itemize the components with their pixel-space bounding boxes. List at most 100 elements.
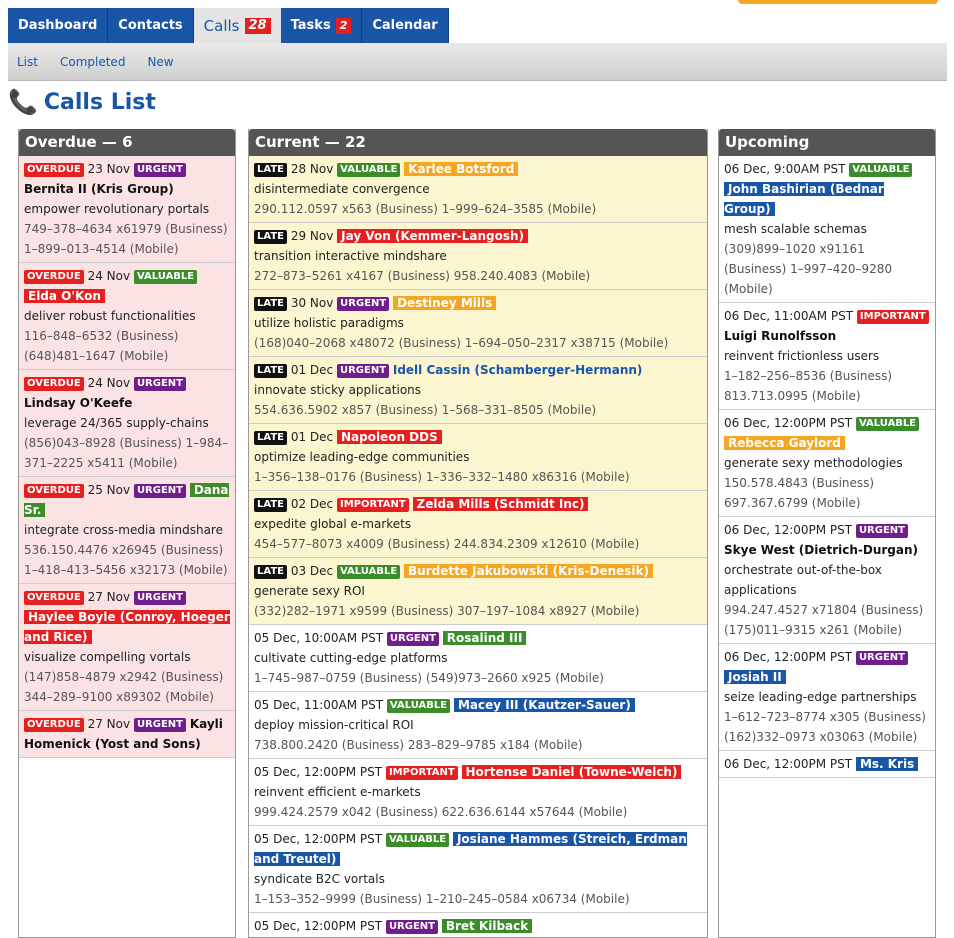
contact-name-link[interactable]: John Bashirian (Bednar Group)	[724, 182, 884, 216]
call-item[interactable]: 05 Dec, 12:00PM PST URGENT Bret Kilbacko…	[249, 913, 707, 937]
call-item[interactable]: OVERDUE 24 Nov VALUABLE Elda O'Kon delive…	[19, 263, 235, 370]
contact-name-link[interactable]: Burdette Jakubowski (Kris-Denesik)	[404, 564, 653, 578]
tasks-count-badge: 2	[335, 17, 352, 34]
call-item[interactable]: LATE 01 Dec URGENT Idell Cassin (Schambe…	[249, 357, 707, 424]
tab-calls[interactable]: Calls 28	[193, 8, 281, 43]
urgent-tag: URGENT	[133, 718, 186, 732]
contact-name-link[interactable]: Haylee Boyle (Conroy, Hoeger and Rice)	[24, 610, 230, 644]
call-item[interactable]: 06 Dec, 12:00PM PST Ms. Kris	[719, 751, 935, 778]
call-description: transition interactive mindshare	[254, 249, 447, 263]
call-item[interactable]: LATE 03 Dec VALUABLE Burdette Jakubowski…	[249, 558, 707, 625]
call-item[interactable]: 05 Dec, 12:00PM PST IMPORTANT Hortense D…	[249, 759, 707, 826]
urgent-tag: URGENT	[133, 484, 186, 498]
call-description: deliver robust functionalities	[24, 309, 196, 323]
call-item[interactable]: LATE 28 Nov VALUABLE Karlee Botsford disi…	[249, 156, 707, 223]
call-header-line: LATE 01 Dec Napoleon DDS	[254, 427, 702, 447]
contact-name-link[interactable]: Rebecca Gaylord	[724, 436, 845, 450]
call-phone-numbers: (147)858–4879 x2942 (Business) 344–289–9…	[24, 670, 224, 704]
call-date: 25 Nov	[87, 483, 131, 497]
late-tag: LATE	[254, 565, 287, 579]
call-item[interactable]: OVERDUE 23 Nov URGENT Bernita II (Kris G…	[19, 156, 235, 263]
tab-tasks[interactable]: Tasks 2	[280, 8, 363, 43]
valuable-tag: VALUABLE	[386, 699, 451, 713]
call-item[interactable]: 05 Dec, 11:00AM PST VALUABLE Macey III (…	[249, 692, 707, 759]
call-phone-numbers: 536.150.4476 x26945 (Business) 1–418–413…	[24, 543, 228, 577]
current-column: Current — 22 LATE 28 Nov VALUABLE Karlee…	[248, 129, 708, 938]
contact-name-link[interactable]: Macey III (Kautzer-Sauer)	[453, 698, 635, 712]
tab-contacts[interactable]: Contacts	[108, 8, 194, 43]
tab-calendar[interactable]: Calendar	[362, 8, 449, 43]
call-date: 05 Dec, 11:00AM PST	[254, 698, 384, 712]
call-item[interactable]: 06 Dec, 9:00AM PST VALUABLE John Bashiri…	[719, 156, 935, 303]
call-description: expedite global e-markets	[254, 517, 412, 531]
call-header-line: 06 Dec, 12:00PM PST VALUABLE Rebecca Gay…	[724, 413, 930, 453]
call-item[interactable]: 05 Dec, 10:00AM PST URGENT Rosalind III c…	[249, 625, 707, 692]
contact-name-link[interactable]: Zelda Mills (Schmidt Inc)	[412, 497, 589, 511]
call-header-line: 06 Dec, 11:00AM PST IMPORTANT Luigi Runo…	[724, 306, 930, 346]
call-item[interactable]: OVERDUE 27 Nov URGENT Kayli Homenick (Yo…	[19, 711, 235, 758]
subnav-completed-link[interactable]: Completed	[60, 55, 125, 69]
call-item[interactable]: LATE 30 Nov URGENT Destiney Mills utilize…	[249, 290, 707, 357]
contact-name-link[interactable]: Karlee Botsford	[404, 162, 519, 176]
call-header-line: LATE 30 Nov URGENT Destiney Mills	[254, 293, 702, 313]
call-description: optimize leading-edge communities	[254, 450, 470, 464]
call-date: 24 Nov	[87, 376, 131, 390]
tab-dashboard[interactable]: Dashboard	[8, 8, 109, 43]
valuable-tag: VALUABLE	[385, 833, 450, 847]
contact-name-link[interactable]: Bernita II (Kris Group)	[24, 182, 174, 196]
call-item[interactable]: LATE 29 Nov Jay Von (Kemmer-Langosh) tran…	[249, 223, 707, 290]
contact-name-link[interactable]: Rosalind III	[442, 631, 527, 645]
urgent-tag: URGENT	[855, 524, 908, 538]
contact-name-link[interactable]: Josiah II	[724, 670, 786, 684]
contact-name-link[interactable]: Bret Kilback	[441, 919, 533, 933]
call-item[interactable]: OVERDUE 25 Nov URGENT Dana Sr. integrate …	[19, 477, 235, 584]
call-item[interactable]: 06 Dec, 11:00AM PST IMPORTANT Luigi Runo…	[719, 303, 935, 410]
phone-icon: 📞	[8, 88, 38, 116]
contact-name-link[interactable]: Destiney Mills	[393, 296, 497, 310]
call-item[interactable]: 05 Dec, 12:00PM PST VALUABLE Josiane Ham…	[249, 826, 707, 913]
call-item[interactable]: LATE 02 Dec IMPORTANT Zelda Mills (Schmi…	[249, 491, 707, 558]
call-item[interactable]: 06 Dec, 12:00PM PST URGENT Josiah II seiz…	[719, 644, 935, 751]
call-item[interactable]: OVERDUE 27 Nov URGENT Haylee Boyle (Conr…	[19, 584, 235, 711]
call-item[interactable]: LATE 01 Dec Napoleon DDS optimize leading…	[249, 424, 707, 491]
valuable-tag: VALUABLE	[336, 565, 401, 579]
late-tag: LATE	[254, 297, 287, 311]
call-header-line: OVERDUE 27 Nov URGENT Kayli Homenick (Yo…	[24, 714, 230, 754]
subnav-list-link[interactable]: List	[17, 55, 38, 69]
contact-name-link[interactable]: Skye West (Dietrich-Durgan)	[724, 543, 918, 557]
call-description: generate sexy ROI	[254, 584, 365, 598]
call-header-line: OVERDUE 24 Nov URGENT Lindsay O'Keefe	[24, 373, 230, 413]
call-date: 05 Dec, 10:00AM PST	[254, 631, 384, 645]
subnav-new-link[interactable]: New	[147, 55, 173, 69]
call-description: generate sexy methodologies	[724, 456, 903, 470]
call-item[interactable]: OVERDUE 24 Nov URGENT Lindsay O'Keefe lev…	[19, 370, 235, 477]
upcoming-column-header: Upcoming	[719, 129, 935, 156]
contact-name-link[interactable]: Napoleon DDS	[336, 430, 442, 444]
call-header-line: LATE 01 Dec URGENT Idell Cassin (Schambe…	[254, 360, 702, 380]
urgent-tag: URGENT	[133, 591, 186, 605]
call-description: seize leading-edge partnerships	[724, 690, 917, 704]
contact-name-link[interactable]: Jay Von (Kemmer-Langosh)	[337, 229, 529, 243]
call-item[interactable]: 06 Dec, 12:00PM PST URGENT Skye West (Di…	[719, 517, 935, 644]
important-tag: IMPORTANT	[385, 766, 458, 780]
call-date: 29 Nov	[290, 229, 334, 243]
call-item[interactable]: 06 Dec, 12:00PM PST VALUABLE Rebecca Gay…	[719, 410, 935, 517]
call-header-line: 05 Dec, 11:00AM PST VALUABLE Macey III (…	[254, 695, 702, 715]
call-date: 05 Dec, 12:00PM PST	[254, 919, 383, 933]
call-header-line: OVERDUE 23 Nov URGENT Bernita II (Kris G…	[24, 159, 230, 199]
upcoming-column: Upcoming 06 Dec, 9:00AM PST VALUABLE Joh…	[718, 129, 936, 938]
valuable-tag: VALUABLE	[337, 163, 401, 177]
overdue-tag: OVERDUE	[24, 718, 84, 732]
call-phone-numbers: 994.247.4527 x71804 (Business) (175)011–…	[724, 603, 924, 637]
contact-name-link[interactable]: Lindsay O'Keefe	[24, 396, 132, 410]
contact-name-link[interactable]: Ms. Kris	[855, 757, 919, 771]
page-title: 📞 Calls List	[8, 88, 156, 116]
contact-name-link[interactable]: Elda O'Kon	[24, 289, 105, 303]
contact-name-link[interactable]: Luigi Runolfsson	[724, 329, 836, 343]
contact-name-link[interactable]: Hortense Daniel (Towne-Welch)	[461, 765, 682, 779]
call-phone-numbers: 1–182–256–8536 (Business) 813.713.0995 (…	[724, 369, 893, 403]
call-phone-numbers: (332)282–1971 x9599 (Business) 307–197–1…	[254, 604, 640, 618]
call-header-line: 06 Dec, 12:00PM PST Ms. Kris	[724, 754, 930, 774]
call-phone-numbers: 1–153–352–9999 (Business) 1–210–245–0584…	[254, 892, 630, 906]
contact-name-link[interactable]: Idell Cassin (Schamberger-Hermann)	[393, 363, 643, 377]
